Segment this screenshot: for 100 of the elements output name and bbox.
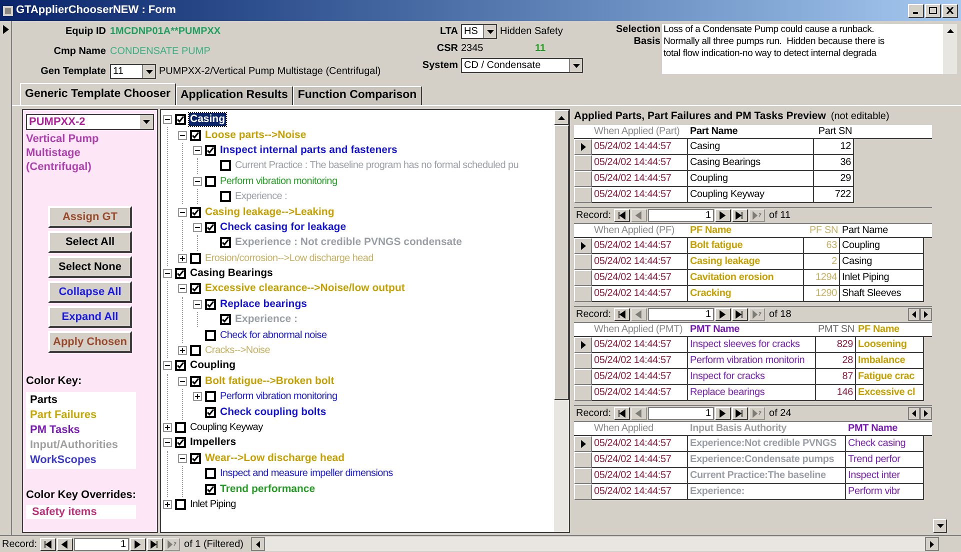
template-dropdown[interactable]: PUMPXX-2 bbox=[26, 114, 154, 130]
checkbox[interactable] bbox=[190, 452, 201, 464]
checkbox[interactable] bbox=[205, 484, 216, 495]
system-dropdown[interactable]: CD / Condensate bbox=[461, 58, 583, 73]
first-record-button[interactable] bbox=[614, 407, 630, 420]
row-selector[interactable] bbox=[574, 238, 592, 254]
checkbox[interactable] bbox=[175, 114, 186, 126]
tab[interactable]: Generic Template Chooser bbox=[20, 83, 176, 105]
scroll-right-button[interactable] bbox=[920, 407, 932, 420]
action-button[interactable]: Apply Chosen bbox=[48, 331, 132, 353]
action-button[interactable]: Assign GT bbox=[48, 206, 132, 228]
tree-node-label[interactable]: Replace bearings bbox=[219, 298, 308, 311]
tree-node-label[interactable]: Check for abnormal noise bbox=[219, 328, 328, 342]
first-record-button[interactable] bbox=[614, 308, 630, 321]
scroll-up-button[interactable] bbox=[554, 110, 569, 125]
last-record-button[interactable] bbox=[732, 407, 748, 420]
tree-node-label[interactable]: Coupling Keyway bbox=[189, 421, 264, 434]
checkbox[interactable] bbox=[220, 237, 231, 248]
tree-node-label[interactable]: Inlet Piping bbox=[189, 498, 237, 511]
checkbox[interactable] bbox=[220, 160, 231, 172]
tree-node-label[interactable]: Coupling bbox=[189, 359, 236, 372]
expand-icon[interactable] bbox=[163, 423, 172, 432]
checkbox[interactable] bbox=[190, 345, 201, 356]
next-record-button[interactable] bbox=[130, 538, 146, 550]
scroll-right-button[interactable] bbox=[920, 308, 932, 321]
last-record-button[interactable] bbox=[732, 209, 748, 222]
expand-icon[interactable] bbox=[178, 346, 187, 356]
scroll-thumb[interactable] bbox=[554, 125, 569, 400]
expand-icon[interactable] bbox=[163, 500, 172, 509]
tree-node-label[interactable]: Impellers bbox=[189, 436, 238, 450]
action-button[interactable]: Select All bbox=[48, 231, 132, 253]
checkbox[interactable] bbox=[220, 314, 231, 326]
collapse-icon[interactable] bbox=[193, 176, 202, 186]
checkbox[interactable] bbox=[190, 283, 201, 294]
row-selector[interactable] bbox=[574, 436, 592, 452]
expand-icon[interactable] bbox=[193, 392, 202, 402]
collapse-icon[interactable] bbox=[178, 208, 187, 217]
checkbox[interactable] bbox=[190, 206, 201, 218]
checkbox[interactable] bbox=[175, 498, 186, 510]
first-record-button[interactable] bbox=[40, 538, 56, 550]
checkbox[interactable] bbox=[190, 376, 201, 387]
checkbox[interactable] bbox=[205, 406, 216, 418]
collapse-icon[interactable] bbox=[163, 438, 172, 448]
collapse-icon[interactable] bbox=[193, 300, 202, 309]
checkbox[interactable] bbox=[205, 468, 216, 480]
checkbox[interactable] bbox=[205, 330, 216, 341]
checkbox[interactable] bbox=[175, 360, 186, 372]
first-record-button[interactable] bbox=[614, 209, 630, 222]
tree-node-label[interactable]: Inspect and measure impeller dimensions bbox=[219, 467, 394, 480]
record-number-field[interactable]: 1 bbox=[74, 538, 130, 550]
gen-template-dropdown[interactable]: 11 bbox=[110, 64, 156, 79]
prev-record-button[interactable] bbox=[57, 538, 74, 550]
record-number-field[interactable]: 1 bbox=[648, 308, 714, 321]
tree-node-label[interactable]: Perform vibration monitoring bbox=[219, 390, 338, 404]
checkbox[interactable] bbox=[175, 437, 186, 448]
lta-dropdown[interactable]: HS bbox=[461, 24, 497, 39]
scroll-up-button[interactable] bbox=[946, 27, 954, 35]
collapse-icon[interactable] bbox=[163, 269, 172, 278]
tab[interactable]: Function Comparison bbox=[292, 86, 422, 105]
next-record-button[interactable] bbox=[715, 209, 732, 222]
checkbox[interactable] bbox=[205, 176, 216, 187]
checkbox[interactable] bbox=[205, 222, 216, 233]
tree-node-label[interactable]: Check coupling bolts bbox=[219, 406, 328, 419]
collapse-icon[interactable] bbox=[163, 115, 172, 124]
horizontal-scrollbar[interactable] bbox=[251, 537, 939, 551]
row-selector[interactable] bbox=[574, 139, 592, 155]
row-selector[interactable] bbox=[574, 337, 592, 353]
collapse-icon[interactable] bbox=[178, 454, 187, 463]
maximize-button[interactable] bbox=[925, 4, 941, 18]
action-button[interactable]: Select None bbox=[48, 256, 132, 278]
action-button[interactable]: Collapse All bbox=[48, 281, 132, 303]
tree-node-label[interactable]: Casing bbox=[189, 113, 226, 126]
tab[interactable]: Application Results bbox=[176, 86, 293, 105]
checkbox[interactable] bbox=[205, 144, 216, 156]
record-number-field[interactable]: 1 bbox=[648, 407, 714, 420]
checkbox[interactable] bbox=[190, 130, 201, 141]
collapse-icon[interactable] bbox=[193, 222, 202, 232]
action-button[interactable]: Expand All bbox=[48, 306, 132, 328]
collapse-icon[interactable] bbox=[178, 130, 187, 140]
collapse-icon[interactable] bbox=[178, 376, 187, 386]
checkbox[interactable] bbox=[190, 252, 201, 264]
collapse-icon[interactable] bbox=[178, 284, 187, 294]
minimize-button[interactable] bbox=[908, 4, 924, 18]
basis-text-area[interactable]: Loss of a Condensate Pump could cause a runback. Normally all three pumps run. Hidden because there is total flow indication-no way to detect internal degrada bbox=[662, 24, 957, 74]
next-record-button[interactable] bbox=[715, 308, 732, 321]
tree-node-label[interactable]: Check casing for leakage bbox=[219, 220, 348, 234]
checkbox[interactable] bbox=[205, 298, 216, 310]
last-record-button[interactable] bbox=[732, 308, 748, 321]
close-button[interactable] bbox=[942, 4, 958, 18]
scroll-down-button[interactable] bbox=[933, 519, 947, 533]
collapse-icon[interactable] bbox=[193, 146, 202, 155]
scroll-left-button[interactable] bbox=[908, 407, 920, 420]
checkbox[interactable] bbox=[220, 191, 231, 202]
last-record-button[interactable] bbox=[147, 538, 164, 550]
checkbox[interactable] bbox=[175, 268, 186, 280]
expand-icon[interactable] bbox=[178, 254, 187, 263]
checkbox[interactable] bbox=[175, 422, 186, 433]
scroll-left-button[interactable] bbox=[908, 308, 920, 321]
checkbox[interactable] bbox=[205, 391, 216, 402]
tree-node-label[interactable]: Casing Bearings bbox=[189, 267, 274, 280]
